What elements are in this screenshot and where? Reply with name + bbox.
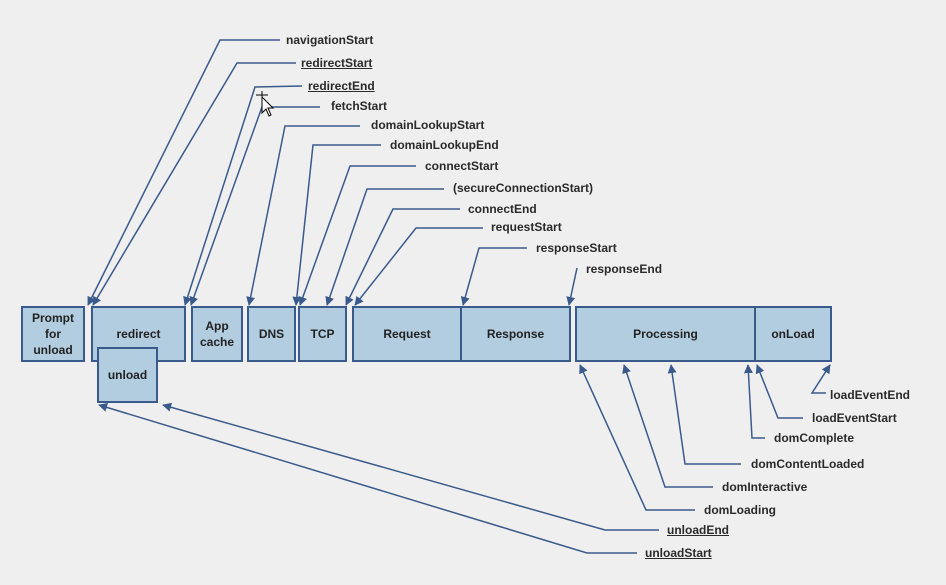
event-dom-complete: domComplete (774, 431, 855, 445)
event-load-event-end: loadEventEnd (830, 388, 911, 402)
phase-label: Response (486, 327, 545, 341)
connector-response-start (460, 247, 527, 306)
event-unload-end: unloadEnd (667, 523, 729, 537)
phase-label: Request (383, 327, 431, 341)
event-redirect-start: redirectStart (301, 56, 373, 70)
connector-response-end (566, 267, 578, 306)
connector-secure-connection-start (325, 188, 444, 306)
event-dom-interactive: domInteractive (722, 480, 808, 494)
phase-label: Prompt for unload (32, 311, 74, 357)
event-dom-loading: domLoading (704, 503, 776, 517)
connector-connect-end (345, 208, 460, 306)
event-response-start: responseStart (536, 241, 617, 255)
event-connect-start: connectStart (425, 159, 499, 173)
connector-dom-loading (579, 364, 695, 511)
phase-label: App cache (199, 319, 235, 349)
phase-tcp: TCP (298, 306, 347, 362)
phase-request: Request (352, 306, 462, 362)
event-domain-lookup-start: domainLookupStart (371, 118, 485, 132)
connector-unload-start (98, 403, 637, 554)
phase-label: DNS (258, 327, 285, 341)
phase-app-cache: App cache (191, 306, 243, 362)
event-request-start: requestStart (491, 220, 562, 234)
event-unload-start: unloadStart (645, 546, 712, 560)
connector-load-event-start (755, 364, 803, 419)
connector-dom-complete (743, 364, 765, 439)
mouse-cursor-icon (255, 91, 275, 122)
phase-onload: onLoad (754, 306, 832, 362)
phase-response: Response (460, 306, 571, 362)
event-redirect-end: redirectEnd (308, 79, 375, 93)
phase-label: redirect (116, 327, 161, 341)
connector-domain-lookup-start (246, 125, 360, 306)
event-navigation-start: navigationStart (286, 33, 374, 47)
event-connect-end: connectEnd (468, 202, 537, 216)
connector-connect-start (298, 165, 416, 306)
event-fetch-start: fetchStart (331, 99, 388, 113)
connector-dom-content-loaded (667, 364, 741, 465)
event-response-end: responseEnd (586, 262, 663, 276)
phase-label: onLoad (771, 327, 815, 341)
phase-label: unload (107, 368, 148, 382)
event-domain-lookup-end: domainLookupEnd (390, 138, 499, 152)
phase-prompt-for-unload: Prompt for unload (21, 306, 85, 362)
connector-load-event-end (810, 364, 831, 394)
event-secure-connection-start: (secureConnectionStart) (453, 181, 594, 195)
connector-request-start (354, 227, 483, 306)
connector-dom-interactive (622, 364, 713, 488)
phase-label: Processing (633, 327, 698, 341)
phase-label: TCP (310, 327, 335, 341)
phase-processing: Processing (575, 306, 756, 362)
phase-dns: DNS (247, 306, 296, 362)
phase-unload: unload (97, 347, 158, 403)
event-dom-content-loaded: domContentLoaded (751, 457, 865, 471)
connector-unload-end (162, 402, 659, 531)
timing-connector-lines (87, 39, 831, 554)
event-load-event-start: loadEventStart (812, 411, 897, 425)
